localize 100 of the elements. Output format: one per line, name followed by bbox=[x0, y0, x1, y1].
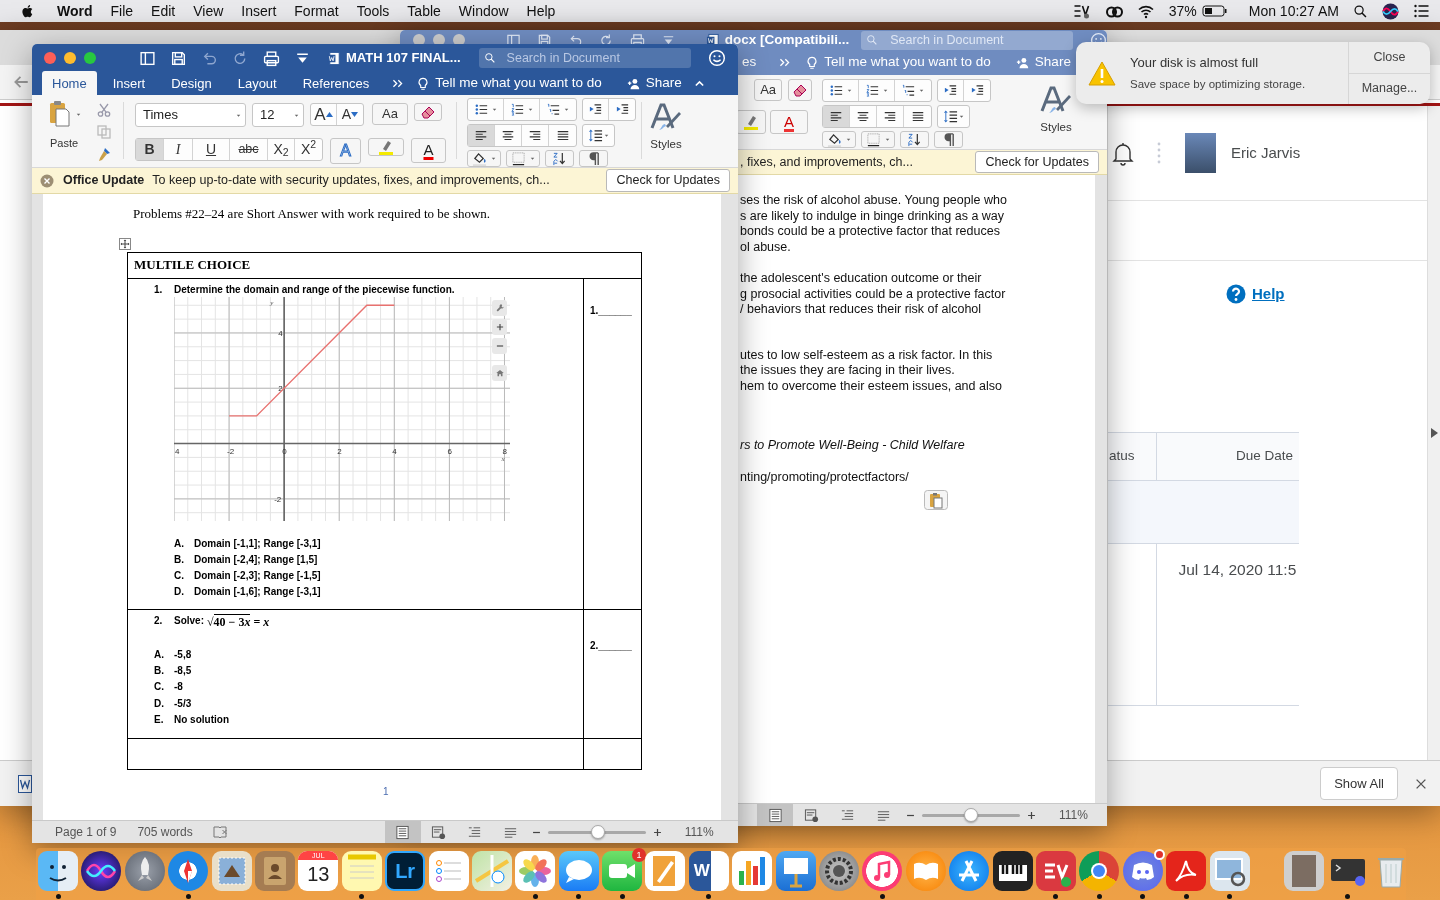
app-menu[interactable]: Word bbox=[48, 0, 102, 22]
manage-button[interactable]: Manage... bbox=[1349, 72, 1430, 104]
show-formatting-button[interactable] bbox=[934, 131, 963, 148]
compass-icon[interactable] bbox=[168, 851, 209, 891]
styles-button[interactable]: Styles bbox=[649, 98, 683, 154]
column-header[interactable]: Due Date bbox=[1156, 432, 1299, 480]
user-name[interactable]: Eric Jarvis bbox=[1231, 141, 1301, 165]
underline-button[interactable]: U bbox=[193, 139, 230, 160]
zoom-in-icon[interactable] bbox=[1026, 809, 1037, 821]
book-icon[interactable] bbox=[254, 851, 295, 891]
menu-item[interactable]: Format bbox=[285, 0, 348, 22]
font-size-field[interactable]: 12 bbox=[252, 103, 304, 127]
strikethrough-button[interactable]: abc bbox=[230, 139, 268, 160]
cloud-icon[interactable] bbox=[1103, 3, 1123, 19]
rocket-icon[interactable] bbox=[124, 851, 165, 891]
check-updates-button[interactable]: Check for Updates bbox=[606, 169, 730, 192]
store-icon[interactable] bbox=[949, 851, 990, 891]
dismiss-icon[interactable] bbox=[40, 173, 54, 188]
reset-view-button[interactable] bbox=[492, 364, 507, 381]
paste-options-icon[interactable] bbox=[924, 490, 948, 510]
menu-item[interactable]: Table bbox=[398, 0, 450, 22]
wheel-icon[interactable] bbox=[1079, 851, 1120, 891]
menu-item[interactable]: Help bbox=[517, 0, 565, 22]
shrink-font-button[interactable]: A bbox=[337, 104, 363, 125]
menu-item[interactable]: Tools bbox=[347, 0, 399, 22]
sidebar-icon[interactable] bbox=[139, 49, 156, 67]
ribbon-tab[interactable]: Home bbox=[42, 70, 97, 95]
share-button[interactable]: Share bbox=[625, 73, 682, 94]
column-header[interactable]: atus bbox=[1108, 432, 1156, 480]
sort-button[interactable] bbox=[545, 150, 574, 167]
orb-icon[interactable] bbox=[81, 851, 122, 891]
paste-button[interactable]: Paste bbox=[40, 98, 88, 152]
font-color-button[interactable]: A bbox=[770, 109, 808, 134]
zoom-slider[interactable] bbox=[547, 826, 646, 838]
font-color-button[interactable]: A bbox=[411, 138, 446, 163]
menu-item[interactable]: View bbox=[184, 0, 233, 22]
styles-button[interactable]: Styles bbox=[1039, 85, 1073, 137]
change-case-button[interactable]: Aa bbox=[372, 103, 408, 125]
menu-item[interactable]: Window bbox=[449, 0, 518, 22]
tell-me-field[interactable]: Tell me what you want to do bbox=[435, 73, 602, 94]
status-app-icon[interactable] bbox=[1072, 3, 1090, 19]
format-painter-icon[interactable] bbox=[96, 146, 112, 162]
clock-text[interactable]: Mon 10:27 AM bbox=[1248, 0, 1339, 22]
search-icon[interactable] bbox=[1353, 3, 1368, 19]
bold-button[interactable]: B bbox=[136, 139, 164, 160]
show-formatting-button[interactable] bbox=[579, 150, 608, 167]
pdf-icon[interactable] bbox=[1166, 851, 1207, 891]
change-case-button[interactable]: Aa bbox=[754, 79, 783, 101]
notification-center-icon[interactable] bbox=[1413, 3, 1430, 19]
ribbon-tab[interactable]: Layout bbox=[227, 70, 287, 95]
clear-formatting-button[interactable] bbox=[788, 79, 812, 101]
app-icon[interactable]: W bbox=[688, 851, 729, 891]
zoom-out-button[interactable] bbox=[492, 337, 507, 354]
save-icon[interactable] bbox=[170, 49, 187, 67]
graph-settings-button[interactable] bbox=[492, 299, 507, 316]
subscript-button[interactable]: X$_{2}$ bbox=[268, 139, 295, 160]
close-button[interactable]: Close bbox=[1349, 42, 1430, 73]
menu-item[interactable]: File bbox=[101, 0, 143, 22]
zoom-slider[interactable] bbox=[922, 809, 1020, 821]
window-control[interactable] bbox=[84, 52, 96, 64]
app-icon[interactable]: Lr bbox=[385, 851, 426, 891]
map-icon[interactable] bbox=[471, 851, 512, 891]
checklist-icon[interactable] bbox=[428, 851, 469, 891]
window-control[interactable] bbox=[64, 52, 76, 64]
flower-icon[interactable] bbox=[515, 851, 556, 891]
shading-button[interactable] bbox=[467, 150, 501, 167]
zoom-in-icon[interactable] bbox=[651, 826, 663, 838]
menu-item[interactable]: Edit bbox=[142, 0, 185, 22]
sort-button[interactable] bbox=[900, 131, 929, 148]
speech-bubble-icon[interactable] bbox=[558, 851, 599, 891]
scissors-icon[interactable] bbox=[96, 102, 112, 118]
align-button[interactable] bbox=[823, 106, 850, 127]
menu-item[interactable]: Insert bbox=[232, 0, 286, 22]
clear-formatting-button[interactable] bbox=[414, 103, 442, 121]
siri-icon[interactable] bbox=[1382, 2, 1399, 20]
grow-font-button[interactable]: A bbox=[311, 104, 337, 125]
shading-button[interactable] bbox=[822, 131, 856, 148]
app-icon[interactable] bbox=[1036, 851, 1076, 891]
ribbon-tab[interactable]: Design bbox=[161, 70, 222, 95]
podium-icon[interactable] bbox=[775, 851, 816, 891]
bell-icon[interactable] bbox=[1112, 140, 1134, 166]
view-button[interactable] bbox=[384, 821, 421, 843]
print-icon[interactable] bbox=[263, 49, 280, 67]
wifi-icon[interactable] bbox=[1136, 3, 1155, 19]
align-button[interactable] bbox=[468, 125, 495, 146]
superscript-button[interactable]: X$^{2}$ bbox=[295, 139, 322, 160]
video-camera-icon[interactable] bbox=[602, 851, 643, 891]
help-link[interactable]: Help bbox=[1226, 283, 1427, 306]
view-button[interactable] bbox=[757, 804, 793, 826]
italic-button[interactable]: I bbox=[164, 139, 193, 160]
gear-icon[interactable] bbox=[819, 851, 860, 891]
check-updates-button[interactable]: Check for Updates bbox=[975, 150, 1099, 174]
scroll-arrow-icon[interactable] bbox=[1430, 428, 1438, 438]
battery-icon[interactable] bbox=[1201, 4, 1227, 18]
ribbon-tab[interactable]: Insert bbox=[102, 70, 156, 95]
table-move-handle-icon[interactable] bbox=[119, 237, 131, 250]
font-field[interactable]: Times bbox=[135, 103, 246, 127]
document-icon[interactable] bbox=[18, 774, 32, 793]
photo-thumbnail[interactable] bbox=[1284, 851, 1325, 891]
bar-chart-icon[interactable] bbox=[732, 851, 773, 891]
